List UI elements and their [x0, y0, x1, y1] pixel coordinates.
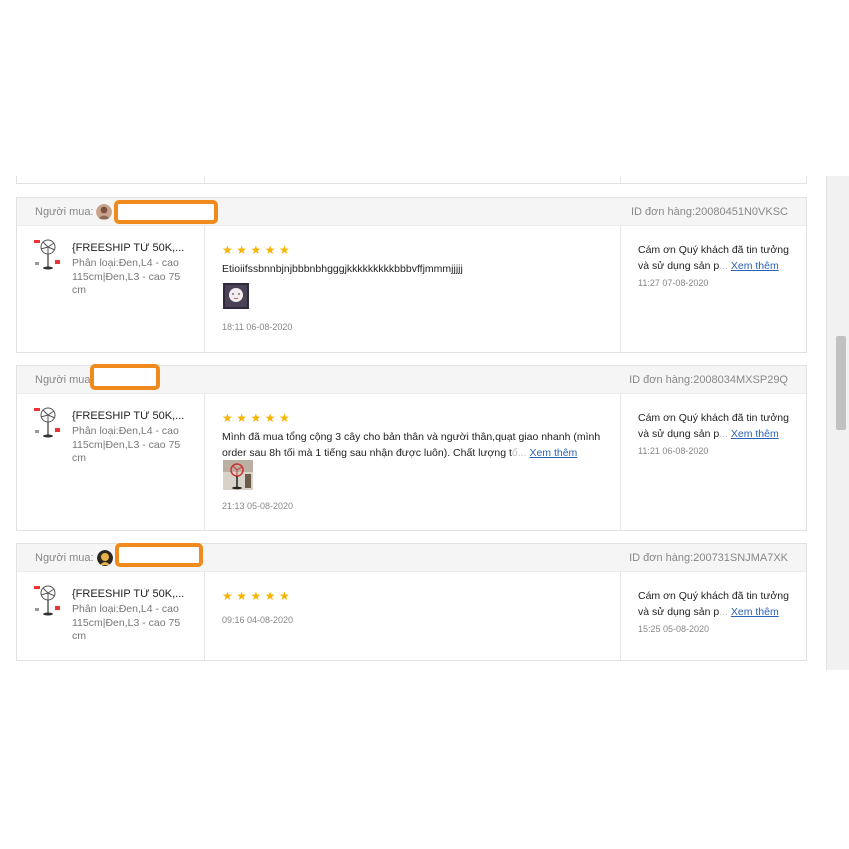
- buyer-avatar[interactable]: [97, 550, 113, 566]
- review-time: 09:16 04-08-2020: [222, 615, 294, 625]
- product-thumbnail[interactable]: [33, 238, 61, 272]
- rating-stars: ★★★★★: [222, 243, 294, 257]
- read-more-link[interactable]: Xem thêm: [731, 606, 779, 618]
- review-card-header: Người mua: ID đơn hàng:2008034MXSP29Q: [17, 364, 806, 394]
- review-text: Mình đã mua tổng cộng 3 cây cho bản thân…: [222, 429, 612, 461]
- seller-reply: Cám ơn Quý khách đã tin tưởng và sử dụng…: [638, 411, 794, 442]
- product-variant: Phân loại:Đen,L4 - cao 115cm|Đen,L3 - ca…: [72, 425, 181, 464]
- redacted-username: [114, 200, 218, 224]
- order-id: ID đơn hàng:20080451N0VKSC: [630, 206, 788, 218]
- seller-reply: Cám ơn Quý khách đã tin tưởng và sử dụng…: [638, 243, 794, 274]
- redacted-username: [115, 543, 203, 567]
- review-photo[interactable]: [223, 460, 253, 490]
- product-thumbnail[interactable]: [33, 406, 61, 440]
- read-more-link[interactable]: Xem thêm: [731, 260, 779, 272]
- buyer-label: Người mua:: [35, 374, 94, 386]
- review-text: Etioiifssbnnbjnjbbbnbhgggjkkkkkkkkkbbbvf…: [222, 261, 612, 277]
- review-text-content: Etioiifssbnnbjnjbbbnbhgggjkkkkkkkkkbbbvf…: [222, 263, 463, 275]
- product-name[interactable]: {FREESHIP TỪ 50K,...: [72, 410, 190, 422]
- product-variant: Phân loại:Đen,L4 - cao 115cm|Đen,L3 - ca…: [72, 603, 181, 642]
- rating-stars: ★★★★★: [222, 411, 294, 425]
- order-id: ID đơn hàng:200731SNJMA7XK: [629, 552, 788, 564]
- review-card-body: {FREESHIP TỪ 50K,... Phân loại:Đen,L4 - …: [17, 572, 806, 660]
- seller-reply: Cám ơn Quý khách đã tin tưởng và sử dụng…: [638, 589, 794, 620]
- rating-stars: ★★★★★: [222, 589, 294, 603]
- read-more-link[interactable]: Xem thêm: [731, 428, 779, 440]
- review-card-body: {FREESHIP TỪ 50K,... Phân loại:Đen,L4 - …: [17, 394, 806, 530]
- review-list-viewport: Người mua: ID đơn hàng:20080451N0VKSC {F…: [0, 176, 849, 670]
- product-variant: Phân loại:Đen,L4 - cao 115cm|Đen,L3 - ca…: [72, 257, 181, 296]
- column-divider: [620, 176, 621, 183]
- order-id: ID đơn hàng:2008034MXSP29Q: [629, 374, 788, 386]
- review-time: 21:13 05-08-2020: [222, 501, 294, 511]
- column-divider: [620, 394, 621, 530]
- previous-review-card-bottom: [16, 176, 807, 184]
- seller-reply-fade: ...: [719, 605, 728, 618]
- column-divider: [204, 226, 205, 352]
- buyer-label: Người mua:: [35, 552, 94, 564]
- review-text-fade: ố...: [511, 447, 527, 459]
- read-more-link[interactable]: Xem thêm: [529, 447, 577, 459]
- seller-reply-fade: ...: [719, 427, 728, 440]
- column-divider: [620, 572, 621, 660]
- product-name[interactable]: {FREESHIP TỪ 50K,...: [72, 588, 190, 600]
- column-divider: [204, 572, 205, 660]
- product-name[interactable]: {FREESHIP TỪ 50K,...: [72, 242, 190, 254]
- review-card: Người mua: ID đơn hàng:2008034MXSP29Q {F…: [16, 364, 807, 531]
- review-card: Người mua: ID đơn hàng:20080451N0VKSC {F…: [16, 197, 807, 353]
- review-card: Người mua: ID đơn hàng:200731SNJMA7XK {F…: [16, 543, 807, 661]
- vertical-scrollbar[interactable]: [826, 176, 849, 670]
- review-photo[interactable]: [223, 283, 249, 309]
- column-divider: [620, 226, 621, 352]
- review-card-header: Người mua: ID đơn hàng:200731SNJMA7XK: [17, 543, 806, 572]
- scrollbar-thumb[interactable]: [836, 336, 846, 430]
- review-card-body: {FREESHIP TỪ 50K,... Phân loại:Đen,L4 - …: [17, 226, 806, 352]
- review-time: 18:11 06-08-2020: [222, 322, 293, 332]
- review-card-header: Người mua: ID đơn hàng:20080451N0VKSC: [17, 198, 806, 226]
- seller-reply-fade: ...: [719, 259, 728, 272]
- product-thumbnail[interactable]: [33, 584, 61, 618]
- redacted-username: [90, 364, 160, 390]
- reply-time: 15:25 05-08-2020: [638, 624, 710, 634]
- buyer-avatar[interactable]: [96, 204, 112, 220]
- buyer-label: Người mua:: [35, 206, 94, 218]
- reply-time: 11:21 06-08-2020: [638, 446, 709, 456]
- column-divider: [204, 176, 205, 183]
- column-divider: [204, 394, 205, 530]
- reply-time: 11:27 07-08-2020: [638, 278, 709, 288]
